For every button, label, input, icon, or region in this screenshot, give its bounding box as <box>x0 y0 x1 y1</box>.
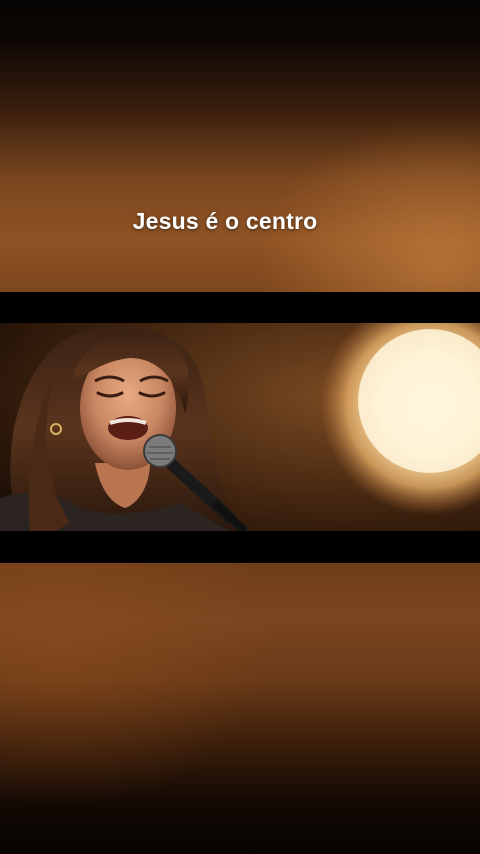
singer-scene <box>0 323 480 531</box>
lyric-caption: Jesus é o centro <box>132 208 318 234</box>
performance-video <box>0 323 480 531</box>
letterbox-top-bar <box>0 292 480 323</box>
video-frame: Jesus é o centro <box>0 0 480 854</box>
letterbox-bottom-bar <box>0 531 480 563</box>
